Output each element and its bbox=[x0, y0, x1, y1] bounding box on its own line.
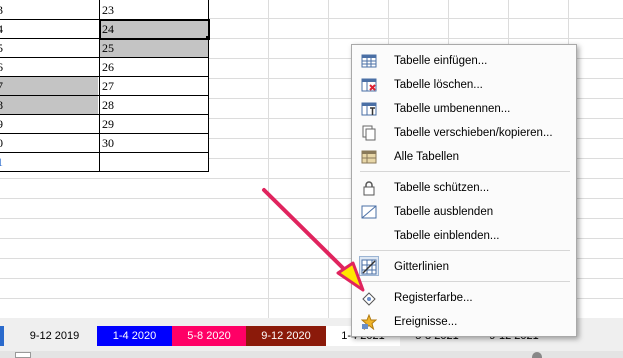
cell-fragment[interactable]: 3 bbox=[0, 0, 3, 20]
status-bar bbox=[0, 351, 623, 358]
cell-fragment[interactable]: 4 bbox=[0, 19, 3, 39]
cell-cursor bbox=[99, 19, 210, 40]
cell-border bbox=[0, 171, 209, 172]
menu-item-show-sheet[interactable]: Tabelle einblenden... bbox=[352, 225, 576, 247]
cell-value[interactable]: 26 bbox=[102, 57, 114, 77]
menu-item-tab-color[interactable]: Registerfarbe... bbox=[352, 287, 576, 309]
copy-sheet-icon bbox=[362, 125, 376, 141]
lock-icon bbox=[363, 181, 375, 196]
sheet-tab[interactable]: 9-12 2019 bbox=[12, 326, 97, 346]
tab-color-icon bbox=[362, 292, 376, 306]
hide-sheet-icon bbox=[361, 205, 377, 219]
menu-item-move-copy-sheet[interactable]: Tabelle verschieben/kopieren... bbox=[352, 122, 576, 144]
sheet-tab[interactable]: 9-12 2020 bbox=[246, 326, 326, 346]
menu-item-label: Tabelle umbenennen... bbox=[394, 103, 511, 115]
cell-value[interactable]: 30 bbox=[102, 133, 114, 153]
cell-fragment[interactable]: 5 bbox=[0, 38, 3, 58]
cell-fragment[interactable]: 7 bbox=[0, 76, 3, 96]
menu-item-all-sheets[interactable]: Alle Tabellen bbox=[352, 146, 576, 168]
sheet-tab-label: 9-12 2019 bbox=[29, 330, 80, 342]
menu-item-rename-sheet[interactable]: Tabelle umbenennen... bbox=[352, 98, 576, 120]
sheet-tab-label: 5-8 2020 bbox=[187, 330, 231, 342]
shaded-cell bbox=[0, 96, 98, 114]
grid-line bbox=[268, 0, 269, 318]
menu-item-label: Tabelle löschen... bbox=[394, 79, 483, 91]
cell-value[interactable]: 28 bbox=[102, 95, 114, 115]
menu-item-hide-sheet[interactable]: Tabelle ausblenden bbox=[352, 201, 576, 223]
menu-item-label: Tabelle einfügen... bbox=[394, 55, 488, 67]
sheet-tab-label: 9-12 2020 bbox=[261, 330, 311, 342]
cell-value[interactable]: 29 bbox=[102, 114, 114, 134]
cell-fragment[interactable]: 1 bbox=[0, 152, 3, 172]
sheet-tab[interactable]: 5-8 2020 bbox=[172, 326, 246, 346]
menu-item-label: Alle Tabellen bbox=[394, 151, 460, 163]
cell-value[interactable]: 27 bbox=[102, 76, 114, 96]
menu-item-events[interactable]: Ereignisse... bbox=[352, 311, 576, 333]
sheet-context-menu: Tabelle einfügen... Tabelle löschen... T… bbox=[351, 44, 577, 337]
menu-item-delete-sheet[interactable]: Tabelle löschen... bbox=[352, 74, 576, 96]
cell-fragment[interactable]: 9 bbox=[0, 114, 3, 134]
cell-value[interactable]: 25 bbox=[102, 38, 114, 58]
cell-fragment[interactable]: 0 bbox=[0, 133, 3, 153]
sheet-tab[interactable]: 1-4 2020 bbox=[97, 326, 172, 346]
grid-line bbox=[328, 0, 329, 318]
menu-separator bbox=[360, 250, 570, 251]
cell-fragment[interactable]: 6 bbox=[0, 57, 3, 77]
scroll-button[interactable] bbox=[15, 352, 31, 358]
menu-separator bbox=[360, 281, 570, 282]
cell-fragment[interactable]: 8 bbox=[0, 95, 3, 115]
all-sheets-icon bbox=[361, 150, 377, 164]
cell-value[interactable]: 23 bbox=[102, 0, 114, 20]
menu-item-insert-sheet[interactable]: Tabelle einfügen... bbox=[352, 50, 576, 72]
menu-item-label: Tabelle ausblenden bbox=[394, 206, 494, 218]
menu-item-label: Tabelle verschieben/kopieren... bbox=[394, 127, 553, 139]
insert-sheet-icon bbox=[361, 54, 377, 68]
gridlines-icon bbox=[361, 259, 377, 275]
events-star-icon bbox=[361, 314, 377, 330]
rename-sheet-icon bbox=[361, 102, 377, 116]
menu-item-label: Ereignisse... bbox=[394, 316, 458, 328]
menu-item-label: Tabelle einblenden... bbox=[394, 230, 500, 242]
menu-item-label: Tabelle schützen... bbox=[394, 182, 490, 194]
menu-item-label: Gitterlinien bbox=[394, 261, 449, 273]
menu-item-gridlines[interactable]: Gitterlinien bbox=[352, 256, 576, 278]
menu-item-protect-sheet[interactable]: Tabelle schützen... bbox=[352, 177, 576, 199]
shaded-cell bbox=[100, 39, 208, 57]
sheet-tab-label: 1-4 2020 bbox=[112, 330, 157, 342]
autofill-handle[interactable] bbox=[206, 36, 210, 40]
menu-item-label: Registerfarbe... bbox=[394, 292, 473, 304]
menu-separator bbox=[360, 171, 570, 172]
tab-fragment bbox=[0, 326, 4, 346]
shaded-cell bbox=[0, 77, 98, 95]
delete-sheet-icon bbox=[361, 78, 377, 92]
zoom-slider-knob[interactable] bbox=[532, 352, 542, 358]
